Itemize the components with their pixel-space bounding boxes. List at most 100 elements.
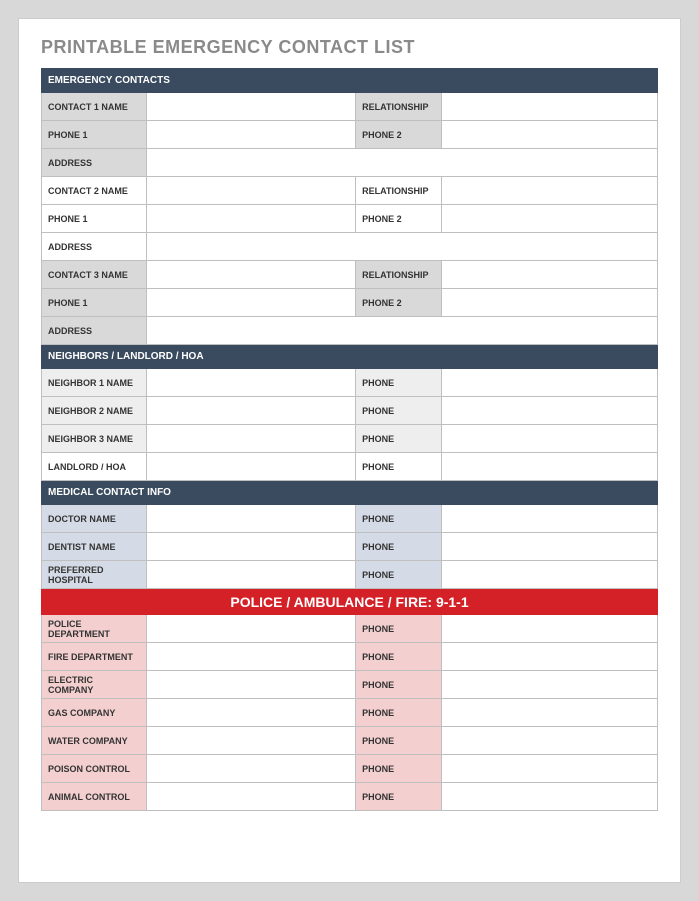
section-header-911: POLICE / AMBULANCE / FIRE: 9-1-1 [42, 589, 658, 615]
table-row: ADDRESS [42, 149, 658, 177]
doctor-phone-value [442, 505, 658, 533]
animal-name-label: ANIMAL CONTROL [42, 783, 147, 811]
police-phone-value [442, 615, 658, 643]
dentist-name-label: DENTIST NAME [42, 533, 147, 561]
electric-name-label: ELECTRIC COMPANY [42, 671, 147, 699]
table-row: NEIGHBOR 2 NAME PHONE [42, 397, 658, 425]
doctor-name-value [146, 505, 355, 533]
table-row: NEIGHBOR 1 NAME PHONE [42, 369, 658, 397]
contact2-name-value [146, 177, 355, 205]
landlord-phone-label: PHONE [356, 453, 442, 481]
poison-name-label: POISON CONTROL [42, 755, 147, 783]
doctor-name-label: DOCTOR NAME [42, 505, 147, 533]
contact2-relationship-value [442, 177, 658, 205]
police-name-label: POLICE DEPARTMENT [42, 615, 147, 643]
hospital-name-value [146, 561, 355, 589]
electric-name-value [146, 671, 355, 699]
gas-phone-value [442, 699, 658, 727]
poison-phone-value [442, 755, 658, 783]
gas-name-label: GAS COMPANY [42, 699, 147, 727]
contact3-phone1-value [146, 289, 355, 317]
contact3-name-label: CONTACT 3 NAME [42, 261, 147, 289]
contact3-phone2-label: PHONE 2 [356, 289, 442, 317]
table-row: PHONE 1 PHONE 2 [42, 289, 658, 317]
contact1-phone1-value [146, 121, 355, 149]
contact3-relationship-label: RELATIONSHIP [356, 261, 442, 289]
police-phone-label: PHONE [356, 615, 442, 643]
table-row: CONTACT 2 NAME RELATIONSHIP [42, 177, 658, 205]
gas-phone-label: PHONE [356, 699, 442, 727]
table-row: DOCTOR NAME PHONE [42, 505, 658, 533]
section-header-label: NEIGHBORS / LANDLORD / HOA [42, 345, 658, 369]
contact1-name-label: CONTACT 1 NAME [42, 93, 147, 121]
sheet: PRINTABLE EMERGENCY CONTACT LIST EMERGEN… [18, 18, 681, 883]
contact1-relationship-value [442, 93, 658, 121]
table-row: NEIGHBOR 3 NAME PHONE [42, 425, 658, 453]
contact2-phone2-label: PHONE 2 [356, 205, 442, 233]
contact2-relationship-label: RELATIONSHIP [356, 177, 442, 205]
neighbor2-phone-label: PHONE [356, 397, 442, 425]
hospital-phone-label: PHONE [356, 561, 442, 589]
neighbor3-name-label: NEIGHBOR 3 NAME [42, 425, 147, 453]
electric-phone-value [442, 671, 658, 699]
neighbor1-phone-label: PHONE [356, 369, 442, 397]
table-row: CONTACT 3 NAME RELATIONSHIP [42, 261, 658, 289]
section-header-label: MEDICAL CONTACT INFO [42, 481, 658, 505]
table-row: POISON CONTROL PHONE [42, 755, 658, 783]
neighbor2-phone-value [442, 397, 658, 425]
fire-phone-value [442, 643, 658, 671]
electric-phone-label: PHONE [356, 671, 442, 699]
water-name-value [146, 727, 355, 755]
table-row: FIRE DEPARTMENT PHONE [42, 643, 658, 671]
section-header-medical: MEDICAL CONTACT INFO [42, 481, 658, 505]
contact1-relationship-label: RELATIONSHIP [356, 93, 442, 121]
fire-name-value [146, 643, 355, 671]
contact-form-table: EMERGENCY CONTACTS CONTACT 1 NAME RELATI… [41, 68, 658, 811]
section-header-label: POLICE / AMBULANCE / FIRE: 9-1-1 [42, 589, 658, 615]
contact2-address-label: ADDRESS [42, 233, 147, 261]
dentist-phone-label: PHONE [356, 533, 442, 561]
contact3-relationship-value [442, 261, 658, 289]
police-name-value [146, 615, 355, 643]
landlord-name-value [146, 453, 355, 481]
contact3-phone1-label: PHONE 1 [42, 289, 147, 317]
water-phone-value [442, 727, 658, 755]
contact1-address-label: ADDRESS [42, 149, 147, 177]
neighbor2-name-value [146, 397, 355, 425]
contact3-phone2-value [442, 289, 658, 317]
table-row: DENTIST NAME PHONE [42, 533, 658, 561]
table-row: ADDRESS [42, 233, 658, 261]
table-row: POLICE DEPARTMENT PHONE [42, 615, 658, 643]
doctor-phone-label: PHONE [356, 505, 442, 533]
contact3-address-value [146, 317, 657, 345]
table-row: CONTACT 1 NAME RELATIONSHIP [42, 93, 658, 121]
hospital-phone-value [442, 561, 658, 589]
contact1-phone2-label: PHONE 2 [356, 121, 442, 149]
gas-name-value [146, 699, 355, 727]
contact2-phone1-value [146, 205, 355, 233]
section-header-label: EMERGENCY CONTACTS [42, 69, 658, 93]
animal-phone-label: PHONE [356, 783, 442, 811]
dentist-name-value [146, 533, 355, 561]
water-phone-label: PHONE [356, 727, 442, 755]
contact1-phone2-value [442, 121, 658, 149]
table-row: GAS COMPANY PHONE [42, 699, 658, 727]
neighbor3-name-value [146, 425, 355, 453]
table-row: PHONE 1 PHONE 2 [42, 205, 658, 233]
neighbor1-name-value [146, 369, 355, 397]
hospital-name-label: PREFERRED HOSPITAL [42, 561, 147, 589]
section-header-emergency: EMERGENCY CONTACTS [42, 69, 658, 93]
landlord-name-label: LANDLORD / HOA [42, 453, 147, 481]
contact2-name-label: CONTACT 2 NAME [42, 177, 147, 205]
poison-phone-label: PHONE [356, 755, 442, 783]
table-row: ADDRESS [42, 317, 658, 345]
neighbor3-phone-value [442, 425, 658, 453]
table-row: WATER COMPANY PHONE [42, 727, 658, 755]
contact2-address-value [146, 233, 657, 261]
contact1-phone1-label: PHONE 1 [42, 121, 147, 149]
animal-phone-value [442, 783, 658, 811]
neighbor1-phone-value [442, 369, 658, 397]
contact2-phone2-value [442, 205, 658, 233]
contact1-address-value [146, 149, 657, 177]
page-title: PRINTABLE EMERGENCY CONTACT LIST [41, 37, 658, 58]
